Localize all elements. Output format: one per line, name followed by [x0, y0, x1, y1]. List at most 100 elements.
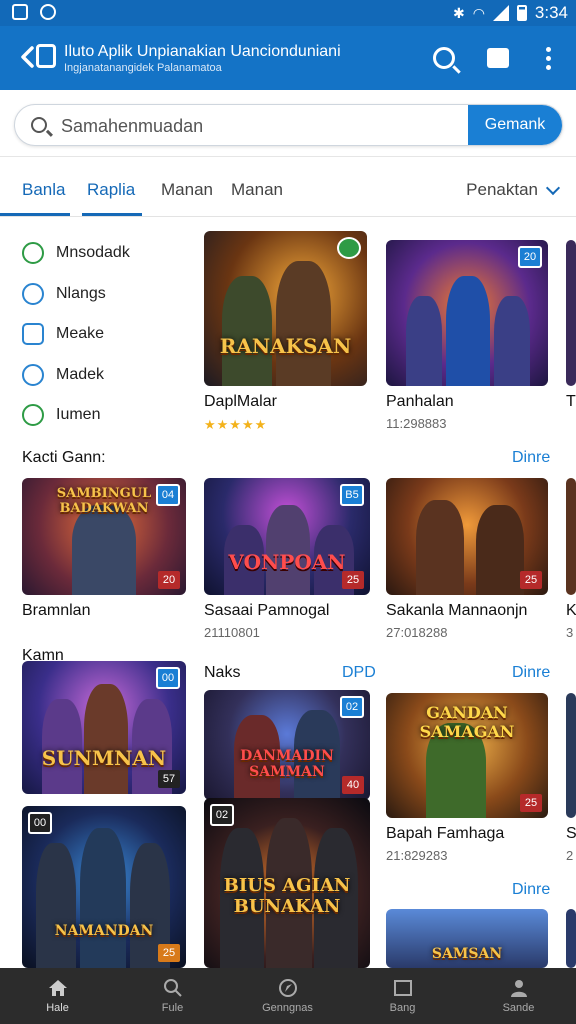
game-art-title: SUNMNAN	[41, 746, 167, 771]
game-meta: 21110801	[204, 625, 260, 640]
badge: 00	[156, 667, 180, 689]
game-thumbnail: RANAKSAN	[204, 231, 367, 386]
bottom-nav: Hale Fule Genngnas Bang Sande	[0, 968, 576, 1024]
game-thumbnail: 20	[386, 240, 548, 386]
tab-manan-2[interactable]: Manan	[231, 180, 283, 200]
store-bag-icon	[487, 48, 509, 68]
game-art-title: NAMANDAN	[54, 922, 154, 939]
nav-label: Sande	[502, 1002, 535, 1014]
game-title: DaplMalar	[204, 393, 277, 410]
badge: 57	[158, 770, 180, 788]
tab-banla[interactable]: Banla	[22, 180, 65, 200]
game-thumbnail: NAMANDAN 00 25	[22, 806, 186, 968]
game-thumbnail	[566, 478, 576, 595]
badge: 00	[28, 812, 52, 834]
game-meta: 21:829283	[386, 848, 448, 863]
game-meta: 2	[566, 848, 574, 863]
category-item[interactable]: Mnsodadk	[22, 233, 130, 274]
status-bar: ✱ ◠ 3:34	[0, 0, 576, 26]
game-art-title: BIUS AGIAN BUNAKAN	[223, 875, 351, 917]
store-button[interactable]	[484, 44, 512, 72]
search-bar: Gemank	[14, 104, 563, 146]
app-subtitle: Ingjanatanangidek Palanamatoa	[64, 62, 222, 74]
badge: 25	[520, 794, 542, 812]
game-title: K	[566, 602, 576, 619]
badge: 20	[158, 571, 180, 589]
compass-icon	[278, 979, 297, 997]
wifi-icon: ◠	[472, 4, 485, 21]
rating-stars: ★★★★★	[204, 417, 268, 432]
see-more-link[interactable]: Dinre	[512, 664, 550, 682]
category-item[interactable]: Nlangs	[22, 274, 130, 315]
game-thumbnail: 25	[386, 478, 548, 595]
game-thumbnail	[566, 240, 576, 386]
battery-icon	[516, 5, 527, 21]
verified-icon	[337, 237, 361, 259]
badge: 25	[158, 944, 180, 962]
badge: 02	[210, 804, 234, 826]
at-icon	[22, 282, 44, 305]
game-meta: 27:018288	[386, 625, 448, 640]
game-title: Tr	[566, 393, 576, 410]
game-thumbnail: SAMSAN	[386, 909, 548, 968]
game-thumbnail: SAMBINGUL BADAKWAN 04 20	[22, 478, 186, 595]
badge: B5	[340, 484, 364, 506]
nav-label: Bang	[389, 1002, 416, 1014]
notification-icon	[40, 4, 56, 20]
search-input[interactable]	[59, 105, 463, 145]
section-title: Kacti Gann:	[22, 449, 106, 466]
nav-games[interactable]: Genngnas	[230, 968, 345, 1024]
nav-label: Genngnas	[262, 1002, 313, 1014]
nav-profile[interactable]: Sande	[461, 968, 576, 1024]
game-title: Sasaai Pamnogal	[204, 602, 330, 619]
app-logo-icon	[36, 44, 56, 68]
more-vert-icon	[545, 46, 551, 70]
more-options-button[interactable]	[534, 44, 562, 72]
category-item[interactable]: Iumen	[22, 395, 130, 436]
search-submit-button[interactable]: Gemank	[468, 105, 562, 145]
user-icon	[510, 980, 527, 997]
nav-label: Hale	[46, 1002, 69, 1014]
window-icon	[393, 980, 412, 996]
badge: 20	[518, 246, 542, 268]
see-more-link[interactable]: Dinre	[512, 881, 550, 899]
gallery-icon	[12, 4, 28, 20]
dpd-link[interactable]: DPD	[342, 664, 376, 682]
game-art-title: RANAKSAN	[219, 334, 352, 359]
tab-manan-1[interactable]: Manan	[161, 180, 213, 200]
badge: 25	[342, 571, 364, 589]
tab-indicator-2	[82, 213, 142, 216]
game-art-title: VONPOAN	[228, 549, 346, 574]
tab-indicator	[0, 213, 70, 216]
section-title: Naks	[204, 664, 241, 681]
search-icon	[163, 979, 182, 997]
nav-bang[interactable]: Bang	[345, 968, 460, 1024]
search-icon	[31, 117, 47, 133]
category-item[interactable]: Meake	[22, 314, 130, 355]
category-item[interactable]: Madek	[22, 355, 130, 396]
nav-label: Fule	[161, 1002, 184, 1014]
search-button[interactable]	[430, 44, 458, 72]
category-label: Iumen	[56, 406, 101, 424]
ball-icon	[22, 404, 44, 427]
badge: 25	[520, 571, 542, 589]
nav-home[interactable]: Hale	[0, 968, 115, 1024]
category-label: Mnsodadk	[56, 244, 130, 262]
leaf-icon	[22, 242, 44, 265]
badge: 40	[342, 776, 364, 794]
see-more-link[interactable]: Dinre	[512, 449, 550, 467]
game-thumbnail: SUNMNAN 00 57	[22, 661, 186, 794]
category-label: Nlangs	[56, 284, 106, 302]
search-icon	[433, 47, 455, 69]
clock: 3:34	[534, 3, 568, 22]
game-title: Bapah Famhaga	[386, 825, 505, 842]
signal-icon	[492, 5, 509, 21]
tab-raplia[interactable]: Raplia	[87, 180, 135, 200]
game-meta: 11:298883	[386, 416, 447, 431]
game-title: Bramnlan	[22, 602, 91, 619]
nav-search[interactable]: Fule	[115, 968, 230, 1024]
sort-dropdown[interactable]: Penaktan	[466, 180, 561, 200]
game-thumbnail	[566, 693, 576, 818]
home-icon	[48, 980, 67, 996]
bluetooth-icon: ✱	[452, 4, 465, 21]
